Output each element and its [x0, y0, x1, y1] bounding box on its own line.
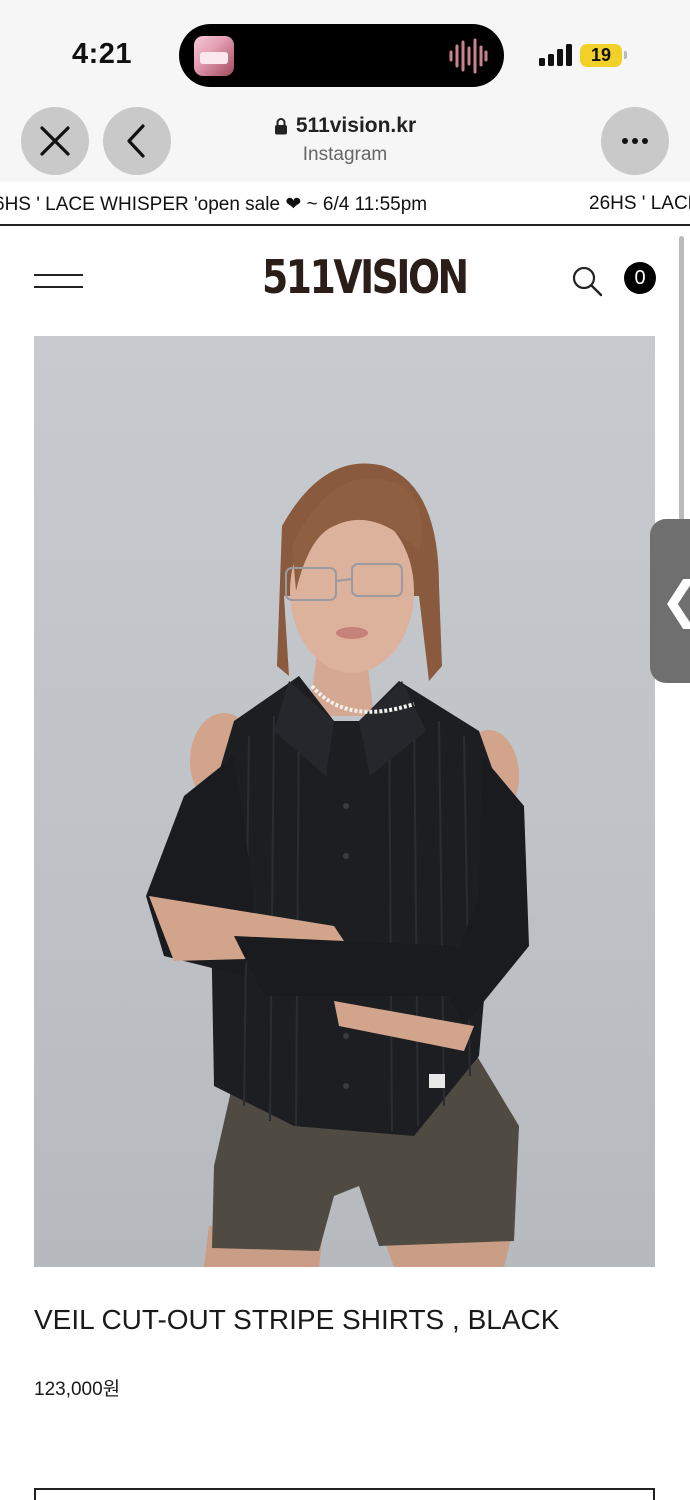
product-title: VEIL CUT-OUT STRIPE SHIRTS , BLACK — [34, 1304, 560, 1335]
marquee-text: 6HS ' LACE WHISPER 'open sale ❤ ~ 6/4 11… — [0, 194, 428, 215]
cellular-signal-icon — [539, 44, 572, 66]
close-button[interactable] — [21, 107, 89, 175]
site-header: 511VISION 0 — [0, 228, 690, 332]
dynamic-island[interactable] — [179, 24, 504, 87]
address-bar[interactable]: 511vision.kr Instagram — [220, 114, 470, 166]
audio-waveform-icon — [449, 38, 488, 74]
more-icon — [622, 138, 648, 144]
now-playing-thumbnail — [194, 36, 234, 76]
model-photo — [146, 463, 529, 1267]
status-bar: 4:21 19 — [0, 0, 690, 100]
browser-toolbar: 511vision.kr Instagram — [0, 100, 690, 182]
option-select-box[interactable] — [34, 1488, 655, 1500]
back-button[interactable] — [103, 107, 171, 175]
marquee-text-repeat: 26HS ' LACE — [589, 193, 690, 214]
battery-cap — [624, 51, 627, 59]
more-options-button[interactable] — [601, 107, 669, 175]
hamburger-menu-icon[interactable] — [34, 272, 84, 292]
search-icon[interactable] — [571, 265, 603, 297]
battery-icon: 19 — [580, 44, 622, 67]
close-icon — [40, 126, 70, 156]
status-time: 4:21 — [72, 38, 133, 70]
cart-count-badge[interactable]: 0 — [624, 262, 656, 294]
lock-icon — [274, 118, 287, 135]
chevron-left-icon: ❮ — [660, 571, 690, 629]
page-scrollbar[interactable] — [679, 236, 684, 536]
url-source-label: Instagram — [302, 144, 388, 165]
url-domain: 511vision.kr — [295, 114, 417, 137]
side-drawer-handle[interactable]: ❮ — [650, 519, 690, 683]
product-image[interactable] — [34, 336, 655, 1267]
chevron-left-icon — [127, 124, 145, 158]
product-price: 123,000원 — [34, 1379, 121, 1400]
announcement-marquee[interactable]: 6HS ' LACE WHISPER 'open sale ❤ ~ 6/4 11… — [0, 182, 690, 226]
site-logo[interactable]: 511VISION — [262, 250, 469, 304]
